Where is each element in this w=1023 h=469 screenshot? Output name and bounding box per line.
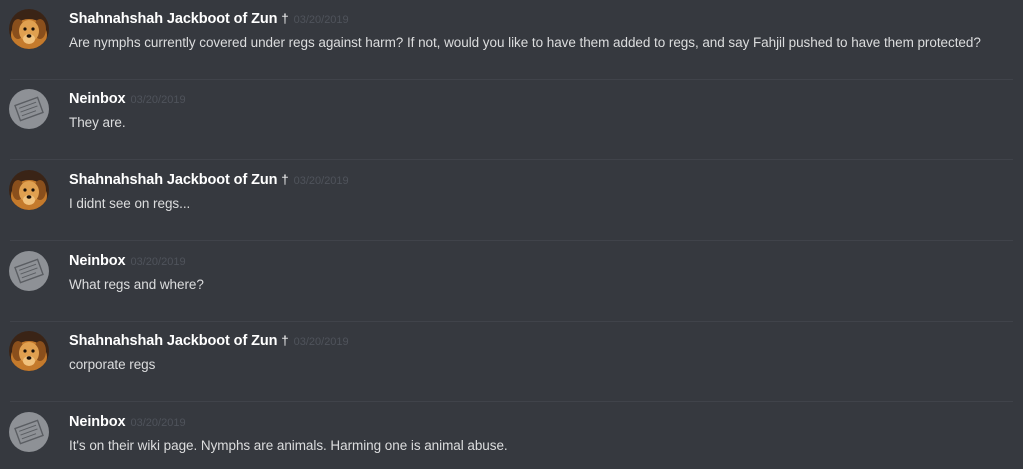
- chat-message-list: Shahnahshah Jackboot of Zun † 03/20/2019 A…: [0, 0, 1023, 469]
- timestamp: 03/20/2019: [293, 336, 349, 348]
- chat-message: Neinbox 03/20/2019 It's on their wiki pag…: [0, 403, 1023, 469]
- username[interactable]: Neinbox: [69, 91, 126, 107]
- timestamp: 03/20/2019: [130, 94, 186, 106]
- dagger-icon: †: [281, 333, 289, 348]
- dagger-icon: †: [281, 172, 289, 187]
- avatar[interactable]: [9, 251, 49, 291]
- username[interactable]: Shahnahshah Jackboot of Zun: [69, 333, 277, 349]
- message-text: They are.: [69, 115, 126, 130]
- message-header: Shahnahshah Jackboot of Zun † 03/20/2019: [69, 331, 349, 351]
- neinbox-avatar-icon: [9, 89, 49, 129]
- message-text: What regs and where?: [69, 277, 204, 292]
- avatar[interactable]: [9, 89, 49, 129]
- username[interactable]: Neinbox: [69, 253, 126, 269]
- message-text: It's on their wiki page. Nymphs are anim…: [69, 438, 508, 453]
- neinbox-avatar-icon: [9, 412, 49, 452]
- avatar[interactable]: [9, 9, 49, 49]
- username[interactable]: Neinbox: [69, 414, 126, 430]
- chat-message: Neinbox 03/20/2019 They are.: [0, 80, 1023, 160]
- message-header: Neinbox 03/20/2019: [69, 89, 186, 109]
- dog-avatar-icon: [9, 331, 49, 371]
- message-header: Neinbox 03/20/2019: [69, 251, 186, 271]
- message-header: Shahnahshah Jackboot of Zun † 03/20/2019: [69, 9, 349, 29]
- dog-avatar-icon: [9, 170, 49, 210]
- avatar[interactable]: [9, 331, 49, 371]
- message-text: I didnt see on regs...: [69, 196, 191, 211]
- chat-message: Neinbox 03/20/2019 What regs and where?: [0, 242, 1023, 322]
- chat-message: Shahnahshah Jackboot of Zun † 03/20/2019 I…: [0, 161, 1023, 241]
- chat-message: Shahnahshah Jackboot of Zun † 03/20/2019 A…: [0, 0, 1023, 80]
- message-text: Are nymphs currently covered under regs …: [69, 35, 981, 50]
- message-text: corporate regs: [69, 357, 156, 372]
- avatar[interactable]: [9, 170, 49, 210]
- divider: [10, 401, 1013, 402]
- timestamp: 03/20/2019: [130, 417, 186, 429]
- timestamp: 03/20/2019: [293, 175, 349, 187]
- dagger-icon: †: [281, 11, 289, 26]
- dog-avatar-icon: [9, 9, 49, 49]
- username[interactable]: Shahnahshah Jackboot of Zun: [69, 172, 277, 188]
- divider: [10, 159, 1013, 160]
- timestamp: 03/20/2019: [130, 256, 186, 268]
- message-header: Shahnahshah Jackboot of Zun † 03/20/2019: [69, 170, 349, 190]
- timestamp: 03/20/2019: [293, 14, 349, 26]
- avatar[interactable]: [9, 412, 49, 452]
- divider: [10, 240, 1013, 241]
- neinbox-avatar-icon: [9, 251, 49, 291]
- chat-message: Shahnahshah Jackboot of Zun † 03/20/2019 c…: [0, 322, 1023, 402]
- message-header: Neinbox 03/20/2019: [69, 412, 186, 432]
- username[interactable]: Shahnahshah Jackboot of Zun: [69, 11, 277, 27]
